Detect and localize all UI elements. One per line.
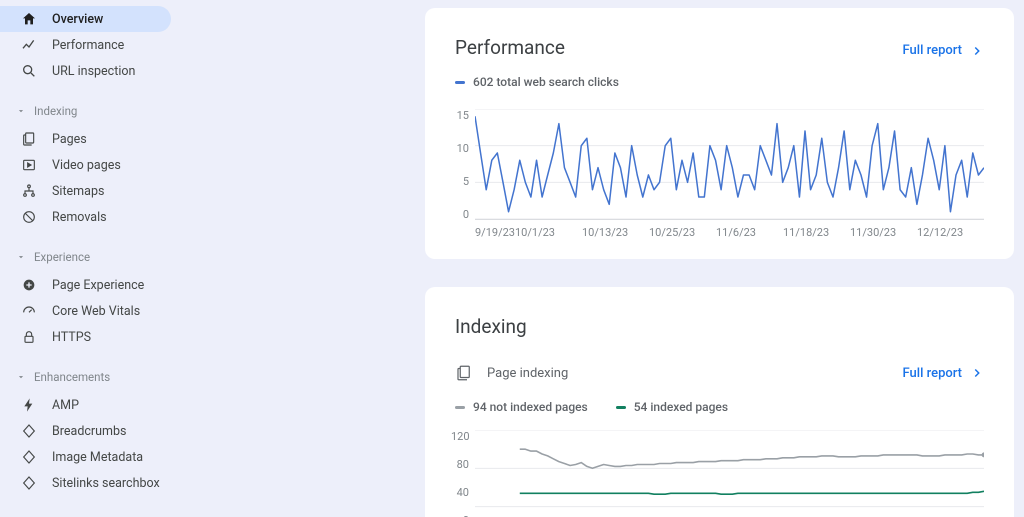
bolt-icon [20,396,38,414]
sitemap-icon [20,182,38,200]
sidebar-item-sitemaps[interactable]: Sitemaps [0,178,171,204]
y-axis: 12080400 [451,430,469,517]
indexing-title: Indexing [455,315,984,338]
legend-text: 602 total web search clicks [473,75,619,89]
video-icon [20,156,38,174]
legend-text: 94 not indexed pages [473,400,588,414]
chevron-down-icon [16,106,26,116]
sidebar-section-indexing[interactable]: Indexing [0,96,185,126]
indexing-legend-not-indexed: 94 not indexed pages [455,400,588,414]
sidebar-item-label: Removals [52,210,107,225]
sidebar-item-performance[interactable]: Performance [0,32,171,58]
legend-swatch [616,406,626,409]
sidebar-item-video-pages[interactable]: Video pages [0,152,171,178]
performance-chart: 151050 9/19/2310/1/2310/13/2310/25/2311/… [455,109,984,239]
home-icon [20,10,38,28]
sidebar-item-label: HTTPS [52,330,91,345]
sidebar-item-removals[interactable]: Removals [0,204,171,230]
main-content: Performance Full report 602 total web se… [185,0,1024,517]
sidebar-item-label: Performance [52,38,124,53]
legend-swatch [455,406,465,409]
sidebar-item-page-experience[interactable]: Page Experience [0,272,171,298]
full-report-label: Full report [903,366,962,381]
remove-icon [20,208,38,226]
sidebar-item-label: Pages [52,132,87,147]
sidebar-item-label: Sitemaps [52,184,104,199]
legend-text: 54 indexed pages [634,400,728,414]
chevron-right-icon [970,366,984,380]
indexing-full-report-link[interactable]: Full report [903,366,984,381]
sidebar-item-label: Image Metadata [52,450,143,465]
sidebar: Overview Performance URL inspection Inde… [0,0,185,517]
sidebar-section-label: Indexing [34,104,77,118]
performance-card: Performance Full report 602 total web se… [425,8,1014,259]
sidebar-item-label: Video pages [52,158,121,173]
sidebar-item-label: AMP [52,398,79,413]
diamond-icon [20,474,38,492]
search-icon [20,62,38,80]
indexing-sub-label: Page indexing [487,366,568,381]
legend-swatch [455,81,465,84]
sidebar-item-url-inspection[interactable]: URL inspection [0,58,171,84]
diamond-icon [20,422,38,440]
sidebar-item-core-web-vitals[interactable]: Core Web Vitals [0,298,171,324]
indexing-card: Indexing Page indexing Full report 94 no… [425,287,1014,517]
sidebar-item-https[interactable]: HTTPS [0,324,171,350]
performance-legend: 602 total web search clicks [455,75,619,89]
plus-circle-icon [20,276,38,294]
lock-icon [20,328,38,346]
y-axis: 151050 [451,109,469,221]
indexing-chart: 12080400 [455,430,984,517]
performance-full-report-link[interactable]: Full report [903,43,984,58]
x-axis: 9/19/2310/1/2310/13/2310/25/2311/6/2311/… [475,226,984,239]
sidebar-item-label: Page Experience [52,278,144,293]
sidebar-item-amp[interactable]: AMP [0,392,171,418]
diamond-icon [20,448,38,466]
chevron-down-icon [16,252,26,262]
speed-icon [20,302,38,320]
chevron-down-icon [16,372,26,382]
sidebar-item-label: Breadcrumbs [52,424,127,439]
performance-title: Performance [455,36,565,59]
pages-icon [455,364,473,382]
sidebar-item-label: Core Web Vitals [52,304,140,319]
sidebar-item-label: URL inspection [52,64,135,79]
sidebar-section-label: Experience [34,250,90,264]
sidebar-section-enhancements[interactable]: Enhancements [0,362,185,392]
sidebar-section-label: Enhancements [34,370,110,384]
sidebar-section-experience[interactable]: Experience [0,242,185,272]
sidebar-item-label: Overview [52,12,103,27]
sidebar-item-breadcrumbs[interactable]: Breadcrumbs [0,418,171,444]
sidebar-item-pages[interactable]: Pages [0,126,171,152]
trend-icon [20,36,38,54]
sidebar-item-sitelinks-searchbox[interactable]: Sitelinks searchbox [0,470,171,496]
sidebar-item-overview[interactable]: Overview [0,6,171,32]
indexing-legend-indexed: 54 indexed pages [616,400,728,414]
sidebar-item-label: Sitelinks searchbox [52,476,160,491]
full-report-label: Full report [903,43,962,58]
pages-icon [20,130,38,148]
chevron-right-icon [970,44,984,58]
sidebar-item-image-metadata[interactable]: Image Metadata [0,444,171,470]
